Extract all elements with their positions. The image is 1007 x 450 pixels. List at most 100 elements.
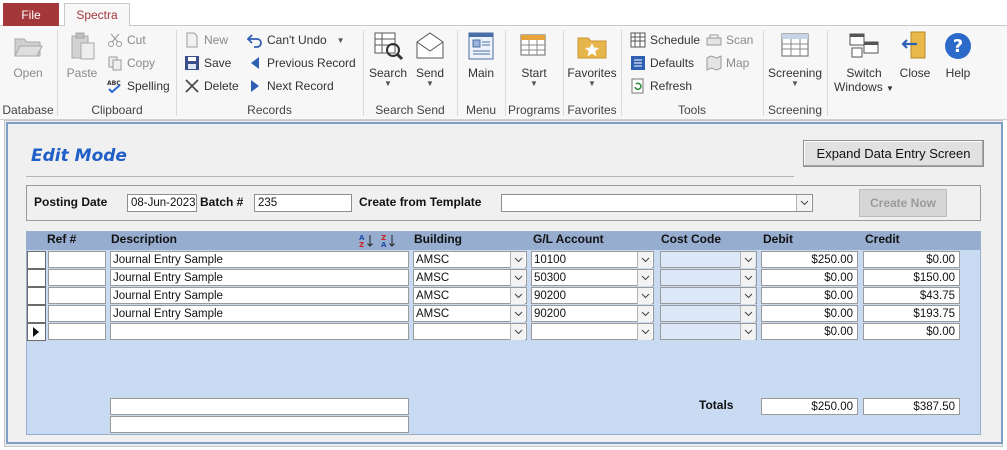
scan-button[interactable]: Scan xyxy=(706,30,753,50)
column-header-description[interactable]: Description xyxy=(111,232,177,246)
column-header-building[interactable]: Building xyxy=(414,232,462,246)
save-disk-icon xyxy=(185,56,199,70)
next-record-button[interactable]: Next Record xyxy=(247,76,334,96)
screening-button[interactable]: Screening ▼ xyxy=(764,30,826,88)
row-selector[interactable] xyxy=(27,287,46,305)
row-selector[interactable] xyxy=(27,323,46,341)
description-cell[interactable]: Journal Entry Sample xyxy=(110,269,409,286)
building-dropdown-icon[interactable] xyxy=(510,270,525,286)
cost-code-dropdown-icon[interactable] xyxy=(740,324,755,340)
group-label-search-send: Search Send xyxy=(375,103,445,117)
expand-data-entry-button[interactable]: Expand Data Entry Screen xyxy=(803,140,984,167)
page-title: Edit Mode xyxy=(31,146,127,166)
create-now-label: Create Now xyxy=(869,196,937,210)
sort-descending-icon[interactable]: Z A xyxy=(381,233,396,248)
gl-account-cell[interactable]: 10100 xyxy=(531,251,654,268)
building-dropdown-icon[interactable] xyxy=(510,288,525,304)
delete-button[interactable]: Delete xyxy=(184,76,239,96)
template-dropdown-icon[interactable] xyxy=(796,195,811,211)
gl-account-cell[interactable]: 90200 xyxy=(531,305,654,322)
gl-account-dropdown-icon[interactable] xyxy=(637,288,652,304)
ref-cell[interactable] xyxy=(48,269,106,286)
gl-account-cell[interactable]: 50300 xyxy=(531,269,654,286)
credit-cell[interactable]: $43.75 xyxy=(863,287,960,304)
open-button[interactable]: Open xyxy=(0,30,56,80)
ref-cell[interactable] xyxy=(48,323,106,340)
debit-cell[interactable]: $250.00 xyxy=(761,251,858,268)
cost-code-dropdown-icon[interactable] xyxy=(740,252,755,268)
refresh-button[interactable]: Refresh xyxy=(630,76,692,96)
column-header-cost-code[interactable]: Cost Code xyxy=(661,232,721,246)
cut-button[interactable]: Cut xyxy=(107,30,146,50)
spelling-button[interactable]: ABC Spelling xyxy=(107,76,170,96)
gl-account-dropdown-icon[interactable] xyxy=(637,270,652,286)
gl-account-dropdown-icon[interactable] xyxy=(637,306,652,322)
save-button[interactable]: Save xyxy=(184,53,231,73)
description-cell[interactable]: Journal Entry Sample xyxy=(110,305,409,322)
search-button[interactable]: Search ▼ xyxy=(364,30,412,88)
paste-button[interactable]: Paste xyxy=(58,30,106,80)
map-button[interactable]: Map xyxy=(706,53,749,73)
gl-account-cell[interactable]: 90200 xyxy=(531,287,654,304)
cost-code-dropdown-icon[interactable] xyxy=(740,288,755,304)
close-button[interactable]: Close xyxy=(890,30,940,80)
svg-text:Z: Z xyxy=(359,241,364,248)
help-button[interactable]: ? Help xyxy=(936,30,980,80)
send-button[interactable]: Send ▼ xyxy=(408,30,452,88)
building-dropdown-icon[interactable] xyxy=(510,324,525,340)
defaults-button[interactable]: Defaults xyxy=(630,53,694,73)
gl-account-cell[interactable] xyxy=(531,323,654,340)
row-selector[interactable] xyxy=(27,269,46,287)
credit-cell[interactable]: $0.00 xyxy=(863,251,960,268)
credit-cell[interactable]: $193.75 xyxy=(863,305,960,322)
description-cell[interactable] xyxy=(110,323,409,340)
favorites-button[interactable]: Favorites ▼ xyxy=(564,30,620,88)
ref-cell[interactable] xyxy=(48,305,106,322)
credit-cell[interactable]: $150.00 xyxy=(863,269,960,286)
column-header-gl-account[interactable]: G/L Account xyxy=(533,232,604,246)
previous-record-button[interactable]: Previous Record xyxy=(247,53,356,73)
new-record-button[interactable]: New xyxy=(184,30,228,50)
create-now-button[interactable]: Create Now xyxy=(859,189,947,217)
ref-cell[interactable] xyxy=(48,251,106,268)
start-button[interactable]: Start ▼ xyxy=(506,30,562,88)
description-cell[interactable]: Journal Entry Sample xyxy=(110,287,409,304)
schedule-icon xyxy=(630,32,646,48)
schedule-button[interactable]: Schedule xyxy=(630,30,700,50)
copy-button[interactable]: Copy xyxy=(107,53,155,73)
credit-cell[interactable]: $0.00 xyxy=(863,323,960,340)
switch-windows-button[interactable]: Switch Windows ▼ xyxy=(832,30,896,96)
template-select[interactable] xyxy=(501,194,813,212)
debit-cell[interactable]: $0.00 xyxy=(761,305,858,322)
column-header-credit[interactable]: Credit xyxy=(865,232,900,246)
row-selector[interactable] xyxy=(27,305,46,323)
building-dropdown-icon[interactable] xyxy=(510,252,525,268)
gl-account-dropdown-icon[interactable] xyxy=(637,252,652,268)
posting-date-field[interactable]: 08-Jun-2023 xyxy=(127,194,197,212)
main-menu-button[interactable]: Main xyxy=(458,30,504,80)
sort-ascending-icon[interactable]: A Z xyxy=(359,233,374,248)
cost-code-dropdown-icon[interactable] xyxy=(740,306,755,322)
group-label-tools: Tools xyxy=(677,103,706,117)
debit-cell[interactable]: $0.00 xyxy=(761,287,858,304)
debit-cell[interactable]: $0.00 xyxy=(761,269,858,286)
tab-spectra[interactable]: Spectra xyxy=(64,3,130,27)
tab-file[interactable]: File xyxy=(3,3,59,26)
cost-code-dropdown-icon[interactable] xyxy=(740,270,755,286)
undo-dropdown-icon[interactable]: ▼ xyxy=(337,36,345,45)
ref-cell[interactable] xyxy=(48,287,106,304)
group-windows: Switch Windows ▼ Close ? Help xyxy=(828,26,1007,120)
column-header-debit[interactable]: Debit xyxy=(763,232,793,246)
column-header-ref[interactable]: Ref # xyxy=(47,232,76,246)
scissors-icon xyxy=(108,33,122,47)
memo-field-1[interactable] xyxy=(110,398,409,415)
description-cell[interactable]: Journal Entry Sample xyxy=(110,251,409,268)
memo-field-2[interactable] xyxy=(110,416,409,433)
batch-field[interactable]: 235 xyxy=(254,194,352,212)
building-dropdown-icon[interactable] xyxy=(510,306,525,322)
row-selector[interactable] xyxy=(27,251,46,269)
search-table-icon xyxy=(374,32,404,61)
gl-account-dropdown-icon[interactable] xyxy=(637,324,652,340)
debit-cell[interactable]: $0.00 xyxy=(761,323,858,340)
undo-button[interactable]: Can't Undo ▼ xyxy=(247,30,345,50)
